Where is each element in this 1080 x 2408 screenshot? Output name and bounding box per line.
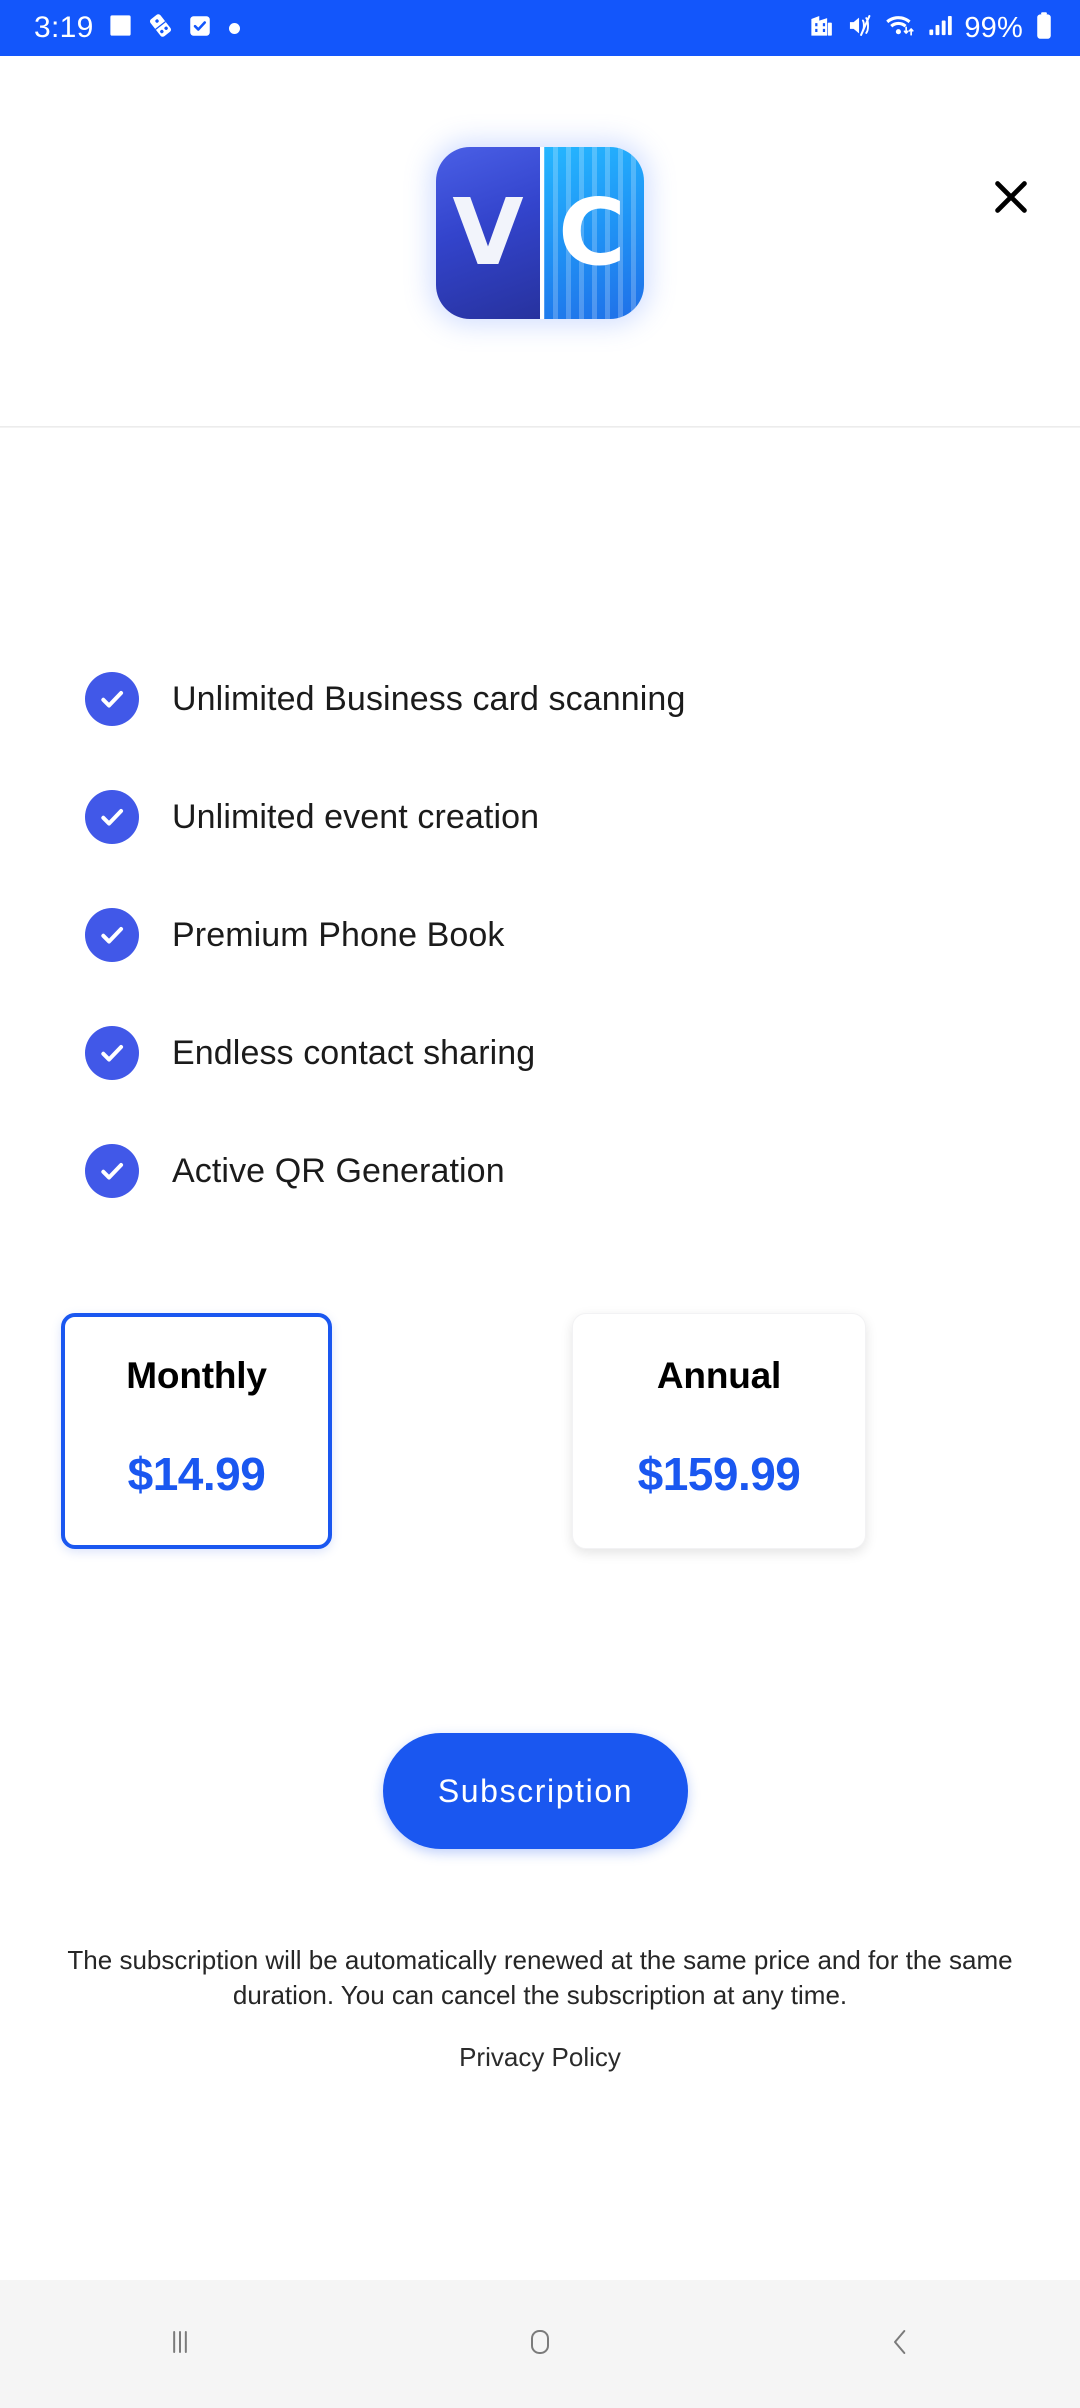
- check-circle-icon: [85, 1026, 139, 1080]
- check-circle-icon: [85, 672, 139, 726]
- close-button[interactable]: [980, 168, 1042, 230]
- signal-bars-icon: [926, 12, 953, 44]
- battery-percent-label: 99%: [964, 11, 1023, 44]
- wifi-data-icon: [884, 12, 915, 44]
- plan-name: Monthly: [126, 1355, 267, 1396]
- plan-price: $159.99: [637, 1448, 801, 1500]
- app-logo: V C: [436, 147, 644, 319]
- app-logo-letter-c: C: [558, 179, 626, 286]
- feature-item: Unlimited event creation: [0, 758, 1080, 876]
- plan-card-annual[interactable]: Annual $159.99: [572, 1313, 866, 1549]
- app-logo-letter-v: V: [452, 179, 524, 286]
- feature-item: Premium Phone Book: [0, 876, 1080, 994]
- app-logo-left-half: V: [436, 147, 540, 319]
- plan-card-monthly[interactable]: Monthly $14.99: [61, 1313, 332, 1549]
- dot-indicator-icon: [228, 22, 240, 34]
- status-bar-right: 99%: [808, 11, 1054, 45]
- home-icon: [520, 2322, 560, 2367]
- back-chevron-icon: [880, 2322, 920, 2367]
- close-icon: [988, 174, 1034, 225]
- privacy-policy-link[interactable]: Privacy Policy: [0, 2042, 1080, 2073]
- check-circle-icon: [85, 908, 139, 962]
- status-bar: 3:19 99%: [0, 0, 1080, 56]
- check-circle-icon: [85, 790, 139, 844]
- feature-label: Premium Phone Book: [172, 915, 505, 954]
- subscription-screen: 3:19 99% V C Unlimited Business card sca…: [0, 0, 1080, 2408]
- feature-label: Unlimited Business card scanning: [172, 679, 686, 718]
- battery-icon: [1034, 11, 1054, 45]
- subscription-disclaimer: The subscription will be automatically r…: [67, 1945, 1013, 2010]
- subscription-button[interactable]: Subscription: [383, 1733, 688, 1849]
- mute-vibrate-icon: [846, 12, 873, 44]
- plan-name: Annual: [656, 1355, 782, 1396]
- check-circle-icon: [85, 1144, 139, 1198]
- status-bar-clock: 3:19: [34, 11, 94, 44]
- app-logo-right-half: C: [540, 147, 644, 319]
- checkbox-task-icon: [187, 13, 213, 44]
- feature-item: Active QR Generation: [0, 1112, 1080, 1230]
- feature-label: Endless contact sharing: [172, 1033, 536, 1072]
- work-building-icon: [808, 12, 835, 44]
- feature-item: Unlimited Business card scanning: [0, 640, 1080, 758]
- gallery-icon: [107, 12, 134, 44]
- feature-label: Unlimited event creation: [172, 797, 540, 836]
- android-nav-bar: [0, 2280, 1080, 2408]
- plan-price: $14.99: [127, 1448, 266, 1500]
- feature-label: Active QR Generation: [172, 1151, 505, 1190]
- plan-selector: Monthly $14.99 Annual $159.99: [0, 1313, 1080, 1549]
- nav-recents-button[interactable]: [0, 2280, 360, 2408]
- status-bar-left: 3:19: [34, 11, 808, 45]
- features-list: Unlimited Business card scanning Unlimit…: [0, 640, 1080, 1230]
- nav-home-button[interactable]: [360, 2280, 720, 2408]
- nav-back-button[interactable]: [720, 2280, 1080, 2408]
- feature-item: Endless contact sharing: [0, 994, 1080, 1112]
- domino-icon: [147, 12, 174, 44]
- recents-icon: [160, 2322, 200, 2367]
- modal-header: V C: [0, 56, 1080, 428]
